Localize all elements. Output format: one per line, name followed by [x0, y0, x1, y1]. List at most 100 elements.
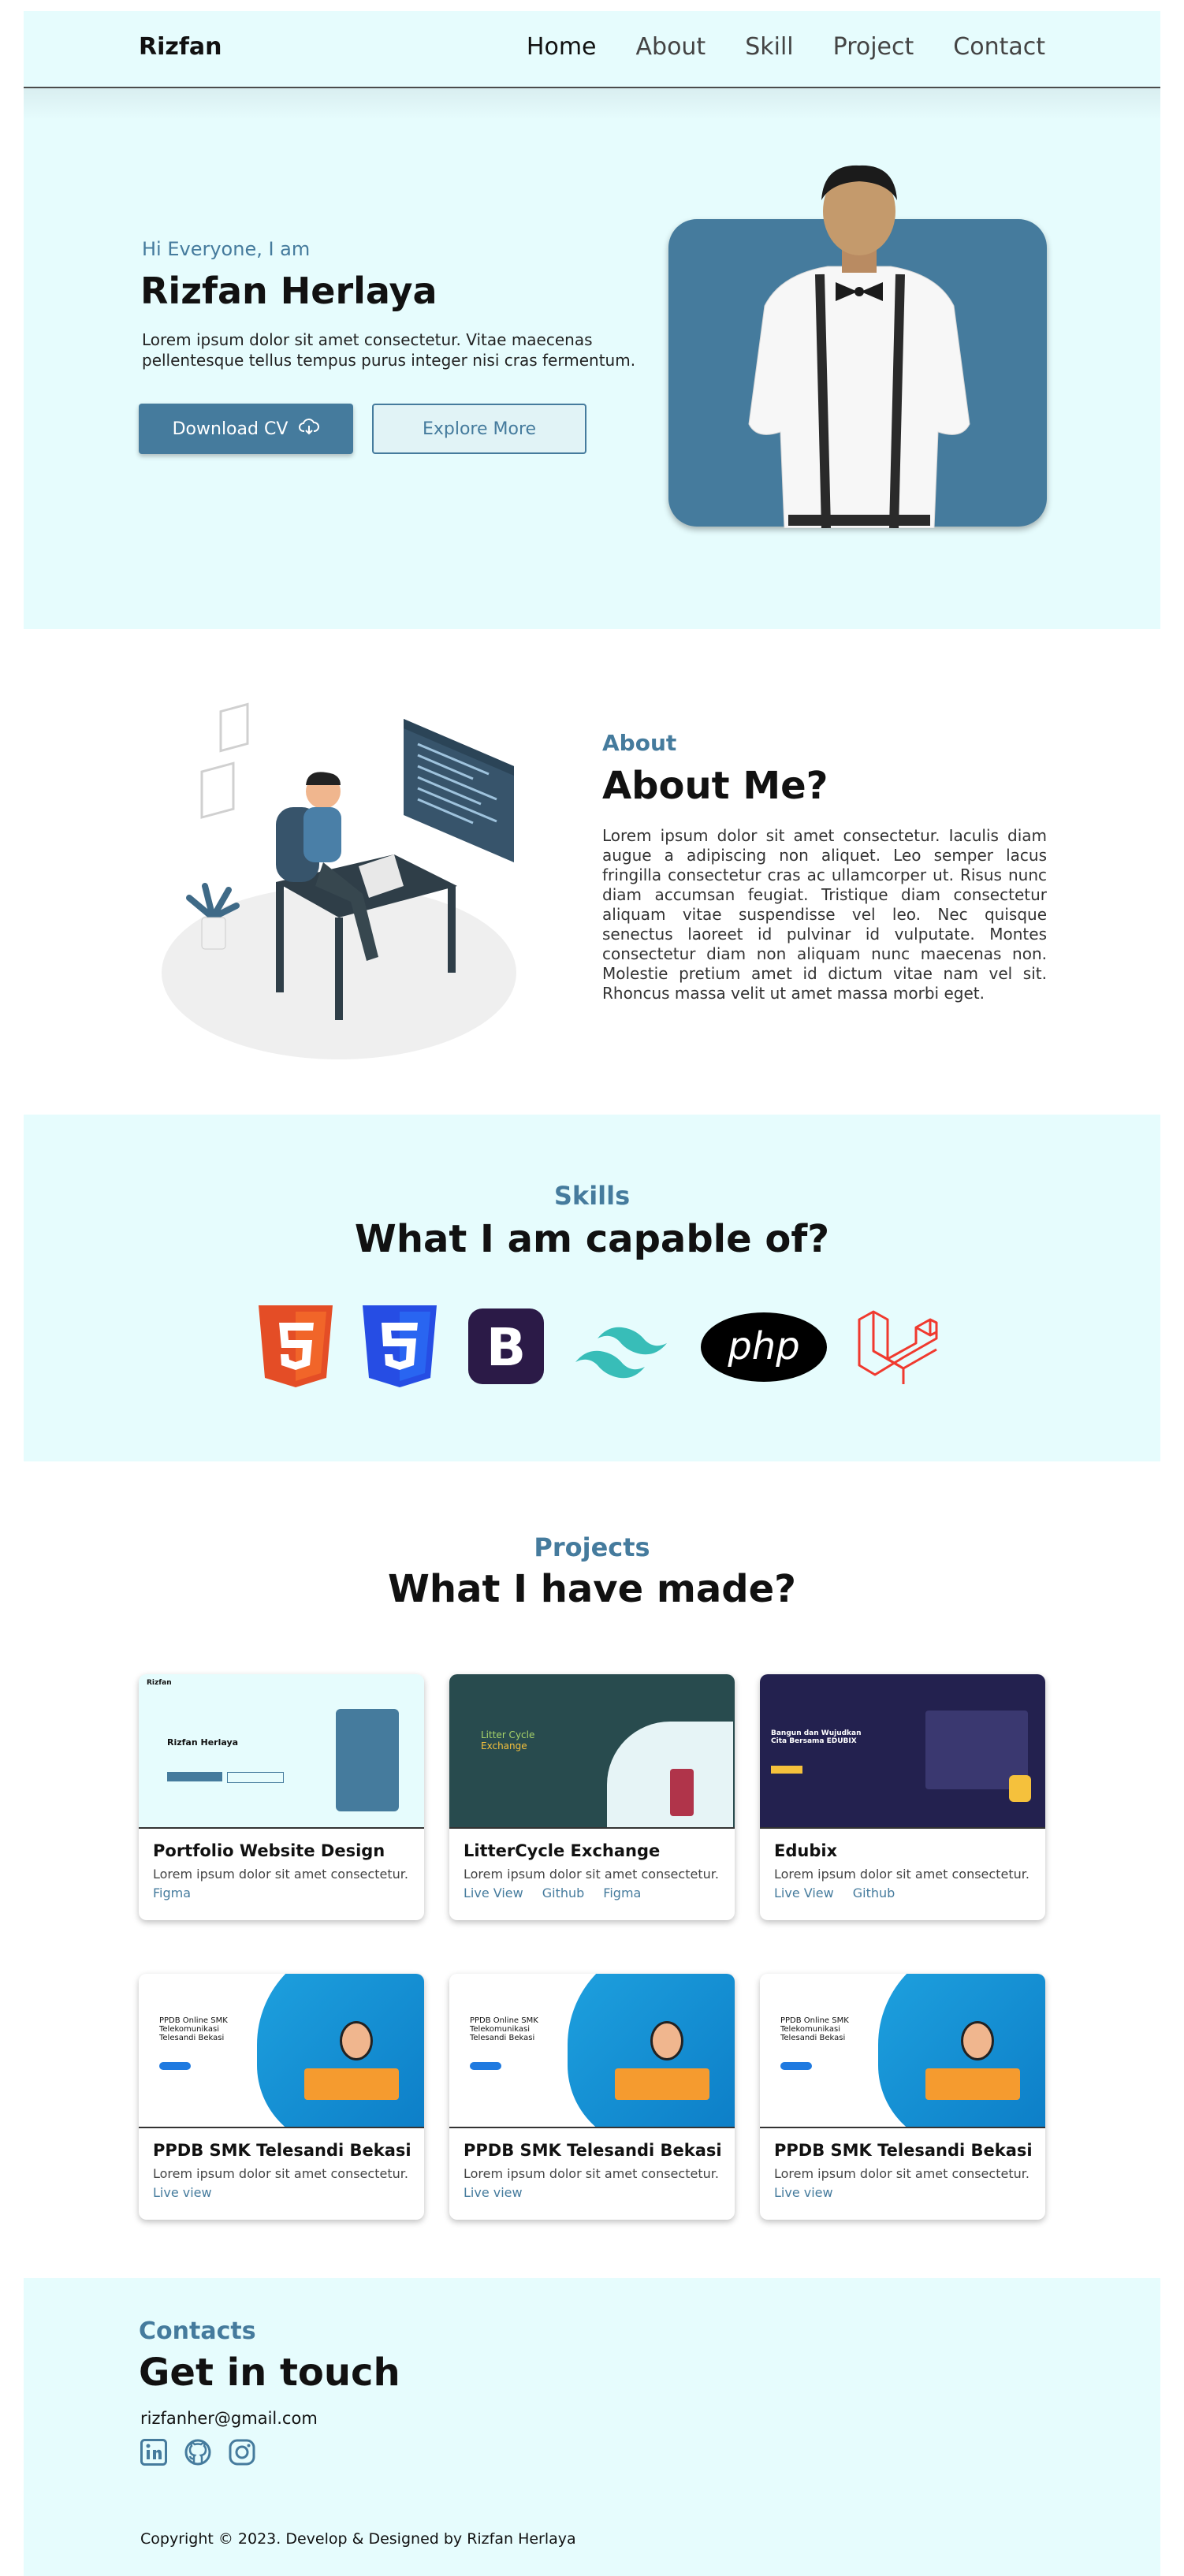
github-link[interactable]: Github	[853, 1885, 895, 1900]
hero-description: Lorem ipsum dolor sit amet consectetur. …	[142, 330, 636, 370]
thumb-wave	[257, 1974, 424, 2127]
projects-tag: Projects	[534, 1532, 650, 1562]
thumb-title: PPDB Online SMK Telekomunikasi Telesandi…	[159, 2016, 228, 2042]
project-links: Live view	[464, 2185, 523, 2200]
project-thumbnail: Rizfan Rizfan Herlaya	[139, 1674, 424, 1829]
project-title: LitterCycle Exchange	[464, 1841, 661, 1860]
project-title: PPDB SMK Telesandi Bekasi	[153, 2141, 411, 2160]
thumb-desk	[925, 2068, 1020, 2100]
projects-title: What I have made?	[387, 1567, 796, 1611]
project-card[interactable]: Bangun dan Wujudkan Cita Bersama EDUBIX …	[760, 1674, 1045, 1920]
project-thumbnail: PPDB Online SMK Telekomunikasi Telesandi…	[760, 1974, 1045, 2128]
project-title: Portfolio Website Design	[153, 1841, 385, 1860]
contacts-tag: Contacts	[139, 2317, 256, 2345]
live-view-link[interactable]: Live view	[774, 2185, 833, 2200]
project-description: Lorem ipsum dolor sit amet consectetur.	[464, 1867, 719, 1882]
instagram-icon[interactable]	[229, 2439, 255, 2466]
thumb-avatar	[650, 2021, 683, 2060]
project-title: PPDB SMK Telesandi Bekasi	[774, 2141, 1033, 2160]
contacts-section: Contacts Get in touch rizfanher@gmail.co…	[24, 2278, 1160, 2576]
thumb-button	[159, 2062, 191, 2070]
project-description: Lorem ipsum dolor sit amet consectetur.	[153, 2166, 408, 2181]
skills-title: What I am capable of?	[354, 1217, 830, 1261]
project-description: Lorem ipsum dolor sit amet consectetur.	[774, 2166, 1029, 2181]
project-links: Live View Github	[774, 1885, 895, 1900]
copyright-text: Copyright © 2023. Develop & Designed by …	[140, 2530, 576, 2548]
project-title: Edubix	[774, 1841, 838, 1860]
top-navbar: Rizfan Home About Skill Project Contact	[24, 11, 1160, 88]
project-card[interactable]: Litter Cycle Exchange LitterCycle Exchan…	[449, 1674, 735, 1920]
nav-links: Home About Skill Project Contact	[527, 33, 1045, 61]
thumb-wave	[568, 1974, 735, 2127]
project-links: Live view	[153, 2185, 212, 2200]
live-view-link[interactable]: Live View	[464, 1885, 523, 1900]
github-link[interactable]: Github	[542, 1885, 585, 1900]
thumb-wave	[878, 1974, 1045, 2127]
developer-illustration	[162, 702, 516, 1059]
linkedin-icon[interactable]	[140, 2439, 167, 2466]
github-icon[interactable]	[184, 2439, 211, 2466]
thumb-photo	[336, 1709, 399, 1811]
cloud-download-icon	[299, 418, 320, 440]
project-card[interactable]: PPDB Online SMK Telekomunikasi Telesandi…	[760, 1974, 1045, 2220]
thumb-title: Bangun dan Wujudkan Cita Bersama EDUBIX	[771, 1729, 862, 1745]
tailwind-icon	[575, 1327, 667, 1379]
skill-icons: B php	[259, 1304, 938, 1390]
download-cv-button[interactable]: Download CV	[139, 404, 353, 454]
nav-link-skill[interactable]: Skill	[745, 33, 793, 61]
thumb-title: PPDB Online SMK Telekomunikasi Telesandi…	[780, 2016, 849, 2042]
explore-more-button[interactable]: Explore More	[372, 404, 586, 454]
bootstrap-icon: B	[468, 1308, 544, 1384]
php-text: php	[727, 1324, 799, 1368]
skills-tag: Skills	[553, 1181, 631, 1211]
live-view-link[interactable]: Live view	[153, 2185, 212, 2200]
live-view-link[interactable]: Live view	[464, 2185, 523, 2200]
brand-logo[interactable]: Rizfan	[139, 33, 222, 61]
thumb-title: Litter Cycle	[481, 1729, 535, 1740]
figma-link[interactable]: Figma	[153, 1885, 191, 1900]
project-description: Lorem ipsum dolor sit amet consectetur.	[153, 1867, 408, 1882]
project-title: PPDB SMK Telesandi Bekasi	[464, 2141, 722, 2160]
about-text: Lorem ipsum dolor sit amet consectetur. …	[602, 826, 1047, 1003]
download-cv-label: Download CV	[172, 419, 289, 439]
thumb-name: Rizfan Herlaya	[167, 1737, 239, 1748]
thumb-bin	[670, 1769, 694, 1816]
project-thumbnail: Bangun dan Wujudkan Cita Bersama EDUBIX	[760, 1674, 1045, 1829]
contact-email[interactable]: rizfanher@gmail.com	[140, 2409, 318, 2428]
thumb-desk	[304, 2068, 399, 2100]
thumb-avatar	[340, 2021, 373, 2060]
nav-link-about[interactable]: About	[636, 33, 706, 61]
html5-icon	[259, 1305, 333, 1387]
nav-link-contact[interactable]: Contact	[953, 33, 1045, 61]
thumb-button	[167, 1772, 222, 1781]
css3-icon	[363, 1305, 437, 1387]
about-tag: About	[602, 730, 677, 756]
thumb-title: Exchange	[481, 1740, 527, 1751]
laravel-icon	[858, 1310, 938, 1384]
project-card[interactable]: PPDB Online SMK Telekomunikasi Telesandi…	[449, 1974, 735, 2220]
nav-link-home[interactable]: Home	[527, 33, 597, 61]
skills-section: Skills What I am capable of? B php	[24, 1115, 1160, 1461]
thumb-button	[771, 1766, 802, 1774]
hero-section: Hi Everyone, I am Rizfan Herlaya Lorem i…	[24, 88, 1160, 629]
thumb-code-icon	[1009, 1775, 1031, 1802]
project-thumbnail: PPDB Online SMK Telekomunikasi Telesandi…	[449, 1974, 735, 2128]
thumb-avatar	[961, 2021, 994, 2060]
profile-photo	[748, 165, 970, 528]
project-thumbnail: PPDB Online SMK Telekomunikasi Telesandi…	[139, 1974, 424, 2128]
nav-link-project[interactable]: Project	[833, 33, 914, 61]
live-view-link[interactable]: Live View	[774, 1885, 834, 1900]
project-card[interactable]: Rizfan Rizfan Herlaya Portfolio Website …	[139, 1674, 424, 1920]
thumb-desk	[615, 2068, 709, 2100]
thumb-button	[227, 1772, 284, 1783]
figma-link[interactable]: Figma	[603, 1885, 641, 1900]
thumb-button	[470, 2062, 501, 2070]
thumb-button	[780, 2062, 812, 2070]
project-card[interactable]: PPDB Online SMK Telekomunikasi Telesandi…	[139, 1974, 424, 2220]
thumb-title: PPDB Online SMK Telekomunikasi Telesandi…	[470, 2016, 538, 2042]
php-icon: php	[701, 1312, 827, 1382]
project-description: Lorem ipsum dolor sit amet consectetur.	[464, 2166, 719, 2181]
hero-name: Rizfan Herlaya	[140, 270, 437, 312]
hero-greeting: Hi Everyone, I am	[142, 238, 311, 260]
bootstrap-letter: B	[486, 1317, 526, 1378]
